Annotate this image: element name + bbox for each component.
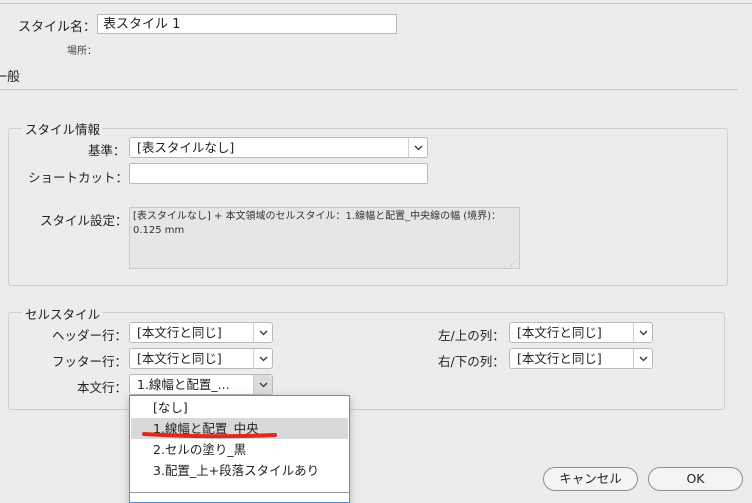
based-on-label: 基準： [88, 143, 126, 158]
chevron-down-icon [253, 323, 272, 342]
section-divider [0, 89, 738, 90]
ok-button[interactable]: OK [648, 467, 743, 491]
footer-rows-value: [本文行と同じ] [137, 351, 222, 366]
right-bottom-columns-dropdown[interactable]: [本文行と同じ] [509, 348, 653, 369]
shortcut-input[interactable] [129, 163, 428, 184]
footer-rows-label: フッター行： [52, 354, 128, 369]
based-on-value: [表スタイルなし] [137, 140, 235, 155]
style-name-label: スタイル名： [18, 20, 97, 35]
style-name-input[interactable]: 表スタイル 1 [97, 14, 397, 34]
menu-separator [130, 492, 349, 493]
annotation-underline [142, 432, 277, 439]
header-rows-value: [本文行と同じ] [137, 325, 222, 340]
chevron-down-icon [633, 349, 652, 368]
menu-item-none[interactable]: [なし] [131, 397, 348, 418]
chevron-down-icon [253, 375, 272, 394]
body-rows-dropdown[interactable]: 1.線幅と配置_... [129, 374, 273, 395]
cell-styles-group-title: セルスタイル [22, 304, 104, 323]
chevron-down-icon [253, 349, 272, 368]
left-top-columns-dropdown[interactable]: [本文行と同じ] [509, 322, 653, 343]
style-settings-label: スタイル設定： [40, 213, 128, 228]
based-on-dropdown[interactable]: [表スタイルなし] [129, 137, 428, 158]
body-rows-dropdown-menu: [なし] 1.線幅と配置_中央 2.セルの塗り_黒 3.配置_上+段落スタイルあ… [129, 395, 350, 503]
chevron-down-icon [633, 323, 652, 342]
left-top-columns-value: [本文行と同じ] [517, 325, 602, 340]
style-settings-textarea[interactable]: [表スタイルなし] + 本文領域のセルスタイル：1.線幅と配置_中央線の幅 (境… [129, 207, 520, 269]
footer-rows-dropdown[interactable]: [本文行と同じ] [129, 348, 273, 369]
body-rows-label: 本文行： [77, 380, 128, 395]
menu-item-align-top-paragraph[interactable]: 3.配置_上+段落スタイルあり [131, 460, 348, 481]
section-title: 一般 [0, 70, 21, 85]
top-divider [0, 0, 752, 4]
right-bottom-columns-label: 右/下の列： [438, 354, 505, 369]
style-name-value: 表スタイル 1 [103, 17, 181, 32]
style-info-group-title: スタイル情報 [22, 119, 104, 138]
chevron-down-icon [408, 138, 427, 157]
body-rows-value: 1.線幅と配置_... [137, 377, 230, 392]
location-label: 場所： [67, 46, 97, 57]
style-settings-text: [表スタイルなし] + 本文領域のセルスタイル：1.線幅と配置_中央線の幅 (境… [133, 211, 502, 236]
menu-item-cell-fill-black[interactable]: 2.セルの塗り_黒 [131, 439, 348, 460]
right-bottom-columns-value: [本文行と同じ] [517, 351, 602, 366]
left-top-columns-label: 左/上の列： [438, 328, 505, 343]
cancel-button[interactable]: キャンセル [543, 467, 638, 491]
header-rows-label: ヘッダー行： [52, 328, 128, 343]
header-rows-dropdown[interactable]: [本文行と同じ] [129, 322, 273, 343]
shortcut-label: ショートカット： [28, 170, 129, 185]
resize-grip-icon: ⋰ [510, 259, 517, 267]
